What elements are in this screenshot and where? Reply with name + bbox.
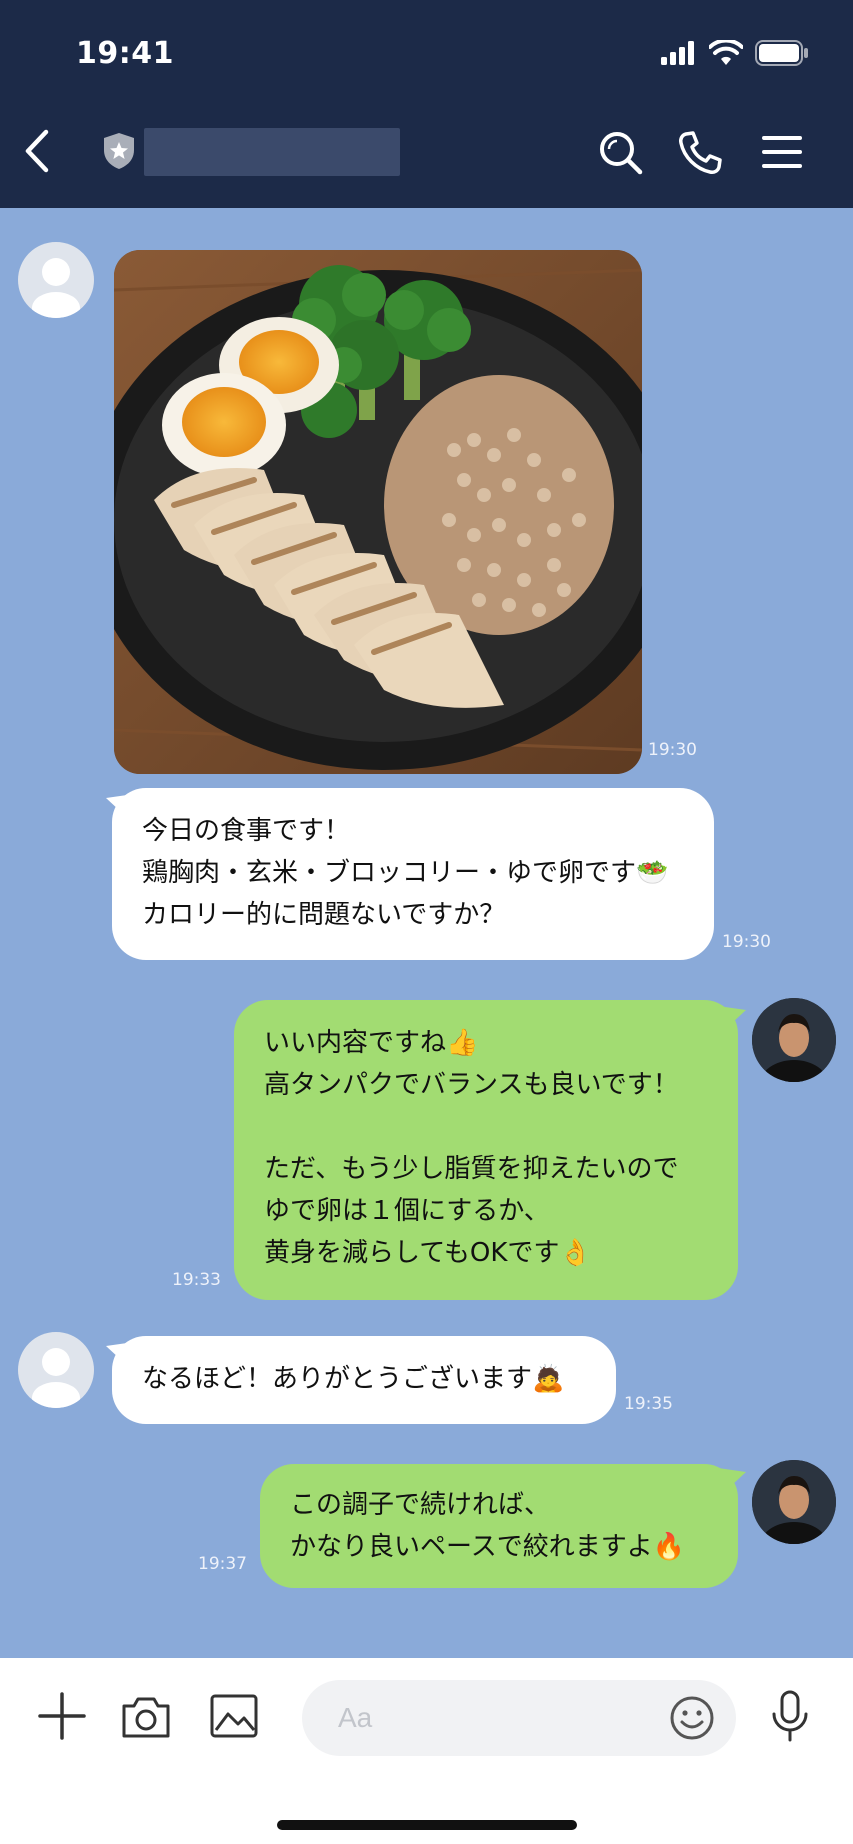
user-avatar[interactable] — [18, 1332, 94, 1408]
trainer-avatar[interactable] — [752, 998, 836, 1082]
chat-area[interactable]: 19:30 今日の食事です！ 鶏胸肉・玄米・ブロッコリー・ゆで卵です🥗 カロリー… — [0, 208, 853, 1658]
message-time: 19:37 — [198, 1554, 247, 1574]
chat-header: 19:41 — [0, 0, 853, 208]
status-time: 19:41 — [76, 36, 174, 71]
cellular-signal-icon — [661, 41, 694, 65]
battery-icon — [755, 40, 808, 66]
plus-icon[interactable] — [36, 1690, 88, 1742]
status-icons — [661, 40, 809, 66]
message-line: この調子で続ければ、 — [290, 1490, 551, 1520]
message-line: 今日の食事です！ — [142, 816, 351, 846]
message-line: 黄身を減らしてもOKです👌 — [264, 1238, 592, 1268]
phone-icon[interactable] — [676, 128, 724, 176]
trainer-avatar[interactable] — [752, 1460, 836, 1544]
menu-icon[interactable] — [758, 128, 806, 176]
message-line: なるほど！ありがとうございます🙇 — [142, 1364, 565, 1394]
chat-title-redacted — [144, 128, 400, 176]
message-input-container[interactable] — [302, 1680, 736, 1756]
trainer-photo — [752, 1460, 836, 1544]
message-time: 19:30 — [648, 740, 697, 760]
message-time: 19:30 — [722, 932, 771, 952]
trainer-photo — [752, 998, 836, 1082]
back-icon[interactable] — [18, 126, 58, 176]
emoji-icon[interactable] — [668, 1694, 716, 1742]
camera-icon[interactable] — [120, 1690, 172, 1742]
message-line: かなり良いペースで絞れますよ🔥 — [290, 1532, 686, 1562]
trainer-message-bubble[interactable]: いい内容ですね👍 高タンパクでバランスも良いです！ ただ、もう少し脂質を抑えたい… — [234, 1000, 738, 1300]
message-line: 高タンパクでバランスも良いです！ — [264, 1070, 679, 1100]
meal-photo[interactable] — [114, 250, 642, 774]
message-line: ゆで卵は１個にするか、 — [264, 1196, 550, 1226]
user-avatar[interactable] — [18, 242, 94, 318]
shield-star-icon — [104, 133, 134, 169]
message-line: いい内容ですね👍 — [264, 1028, 479, 1058]
microphone-icon[interactable] — [764, 1690, 816, 1742]
message-time: 19:33 — [172, 1270, 221, 1290]
message-line — [264, 1106, 708, 1148]
message-line: カロリー的に問題ないですか？ — [142, 900, 506, 930]
wifi-icon — [709, 40, 743, 65]
user-message-bubble[interactable]: なるほど！ありがとうございます🙇 — [112, 1336, 616, 1424]
home-indicator[interactable] — [277, 1820, 577, 1830]
search-icon[interactable] — [596, 128, 644, 176]
default-avatar-icon — [32, 258, 80, 318]
user-message-bubble[interactable]: 今日の食事です！ 鶏胸肉・玄米・ブロッコリー・ゆで卵です🥗 カロリー的に問題ない… — [112, 788, 714, 960]
meal-photo-image — [114, 250, 642, 774]
message-time: 19:35 — [624, 1394, 673, 1414]
image-icon[interactable] — [208, 1690, 260, 1742]
trainer-message-bubble[interactable]: この調子で続ければ、 かなり良いペースで絞れますよ🔥 — [260, 1464, 738, 1588]
message-line: 鶏胸肉・玄米・ブロッコリー・ゆで卵です🥗 — [142, 858, 669, 888]
default-avatar-icon — [32, 1348, 80, 1408]
message-input[interactable] — [338, 1698, 638, 1738]
message-line: ただ、もう少し脂質を抑えたいので — [264, 1154, 679, 1184]
